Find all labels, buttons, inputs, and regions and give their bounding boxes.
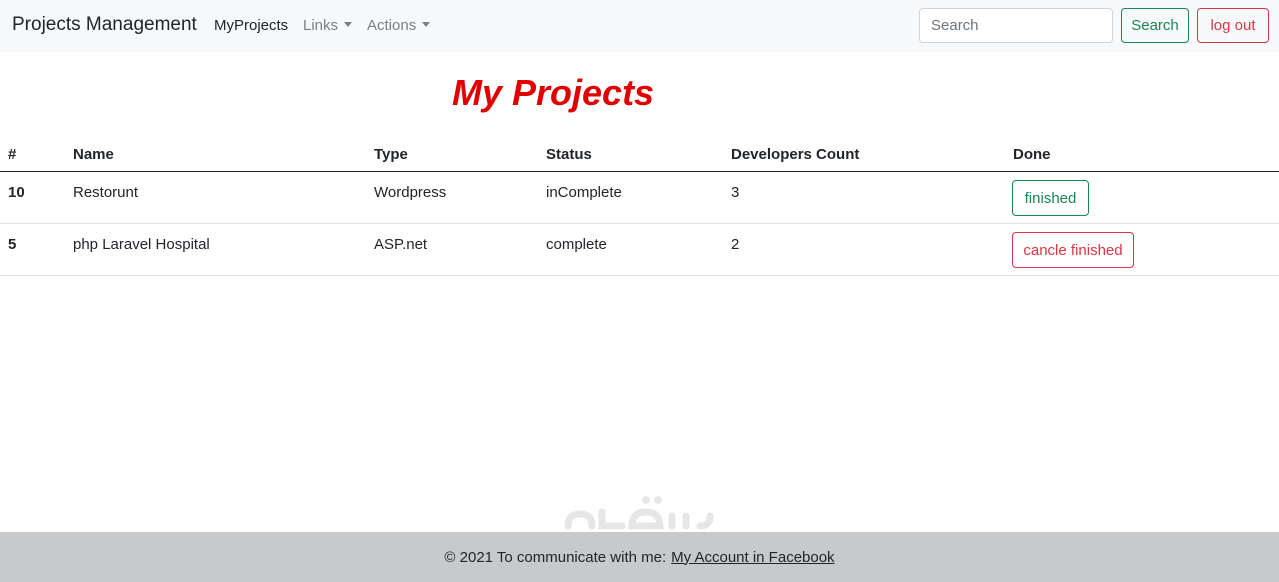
column-header-status: Status — [546, 146, 592, 163]
search-input[interactable] — [919, 8, 1113, 43]
chevron-down-icon — [344, 22, 353, 27]
column-header-developers-count: Developers Count — [731, 146, 860, 163]
cell-id: 10 — [8, 184, 25, 201]
footer-text: © 2021 To communicate with me: — [444, 548, 667, 566]
cell-status: inComplete — [546, 184, 622, 201]
nav-links-dropdown[interactable]: Links — [303, 17, 353, 34]
facebook-account-link[interactable]: My Account in Facebook — [671, 549, 834, 566]
nav-myprojects[interactable]: MyProjects — [214, 17, 288, 34]
page-title: My Projects — [452, 72, 655, 113]
column-header-name: Name — [73, 146, 114, 163]
cell-type: ASP.net — [374, 236, 428, 253]
cancel-finished-button[interactable]: cancle finished — [1012, 232, 1134, 268]
column-header-id: # — [8, 146, 17, 163]
column-header-type: Type — [374, 146, 408, 163]
nav-actions-dropdown[interactable]: Actions — [367, 17, 431, 34]
search-button[interactable]: Search — [1121, 8, 1189, 43]
cell-developers-count: 3 — [731, 184, 740, 201]
table-row: 5 php Laravel Hospital ASP.net complete … — [0, 224, 1279, 276]
finished-button[interactable]: finished — [1012, 180, 1089, 216]
nav-links-label: Links — [303, 17, 339, 34]
table-header-row: # Name Type Status Developers Count Done — [0, 133, 1279, 172]
page-footer: © 2021 To communicate with me: My Accoun… — [0, 532, 1279, 582]
watermark-logo-icon — [564, 496, 714, 530]
column-header-done: Done — [1013, 146, 1051, 163]
cell-developers-count: 2 — [731, 236, 740, 253]
cell-type: Wordpress — [374, 184, 447, 201]
cell-id: 5 — [8, 236, 17, 253]
chevron-down-icon — [422, 22, 431, 27]
nav-actions-label: Actions — [367, 17, 417, 34]
brand-link[interactable]: Projects Management — [12, 14, 197, 36]
cell-status: complete — [546, 236, 607, 253]
cell-name: php Laravel Hospital — [73, 236, 210, 253]
top-navbar: Projects Management MyProjects Links Act… — [0, 0, 1279, 52]
table-row: 10 Restorunt Wordpress inComplete 3 fini… — [0, 172, 1279, 224]
cell-name: Restorunt — [73, 184, 139, 201]
logout-button[interactable]: log out — [1197, 8, 1269, 43]
